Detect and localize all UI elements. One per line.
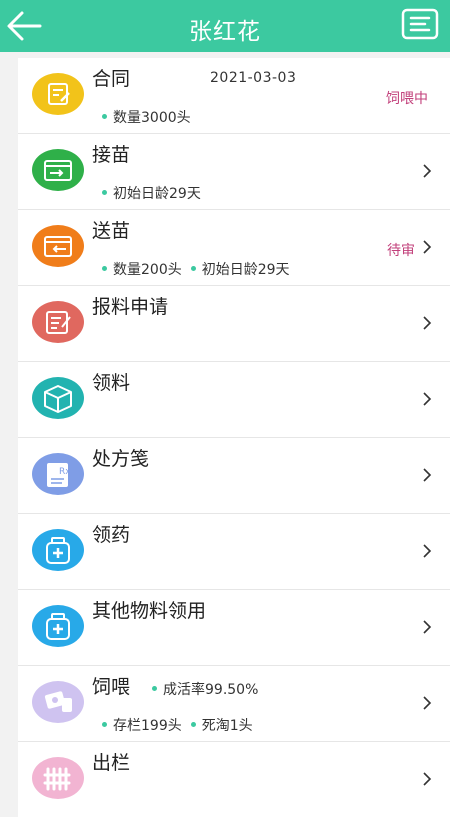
detail-text: 初始日龄29天	[113, 186, 201, 202]
detail-text: 成活率99.50%	[163, 682, 259, 698]
menu-row[interactable]: Rx 处方笺	[18, 438, 450, 514]
bullet-dot	[152, 685, 157, 691]
app-header: 张红花	[0, 0, 450, 52]
detail-text: 初始日龄29天	[201, 262, 290, 278]
menu-row[interactable]: 报料申请	[18, 286, 450, 362]
send-box-icon	[32, 225, 84, 267]
material-box-icon	[32, 377, 84, 419]
menu-row[interactable]: 接苗初始日龄29天	[18, 134, 450, 210]
bullet-dot	[102, 113, 107, 119]
medicine-bottle-icon	[32, 529, 84, 571]
chevron-right-icon	[422, 391, 432, 407]
row-details: 存栏199头 死淘1头	[102, 715, 253, 735]
chevron-right-icon	[422, 239, 432, 255]
row-title: 送苗	[92, 220, 131, 242]
row-details: 数量3000头	[102, 107, 191, 127]
detail-text: 数量3000头	[113, 110, 191, 126]
row-title: 合同	[92, 68, 131, 90]
menu-row[interactable]: 出栏	[18, 742, 450, 817]
function-list: 合同 2021-03-03 数量3000头 饲喂中 接苗 初始日龄29天 送苗 数量200头初…	[18, 58, 450, 817]
row-title: 领药	[92, 524, 131, 546]
contract-date: 2021-03-03	[210, 70, 297, 86]
chevron-right-icon	[422, 315, 432, 331]
menu-row[interactable]: 合同 2021-03-03 数量3000头 饲喂中	[18, 58, 450, 134]
menu-row[interactable]: 其他物料领用	[18, 590, 450, 666]
row-details: 初始日龄29天	[102, 183, 201, 203]
chevron-right-icon	[422, 771, 432, 787]
bullet-dot	[190, 721, 196, 727]
chevron-right-icon	[422, 467, 432, 483]
prescription-icon: Rx	[32, 453, 84, 495]
feed-request-icon	[32, 301, 84, 343]
row-title: 出栏	[92, 752, 131, 774]
detail-text: 死淘1头	[201, 718, 253, 734]
menu-row[interactable]: 领药	[18, 514, 450, 590]
bullet-dot	[102, 265, 107, 271]
row-details: 数量200头 初始日龄29天	[102, 259, 290, 279]
fence-icon	[32, 757, 84, 799]
row-title: 报料申请	[92, 296, 169, 318]
status-badge: 饲喂中	[386, 91, 428, 107]
bullet-dot	[102, 189, 107, 195]
detail-text: 存栏199头	[113, 718, 182, 734]
row-title: 接苗	[92, 144, 131, 166]
contract-icon	[32, 73, 84, 115]
row-title: 其他物料领用	[92, 600, 207, 622]
receive-box-icon	[32, 149, 84, 191]
bullet-dot	[102, 721, 107, 727]
menu-icon	[401, 8, 439, 40]
feeding-icon	[32, 681, 84, 723]
row-title: 领料	[92, 372, 131, 394]
menu-row[interactable]: 饲喂 成活率99.50% 存栏199头 死淘1头	[18, 666, 450, 742]
chevron-right-icon	[422, 619, 432, 635]
chevron-right-icon	[422, 543, 432, 559]
menu-row[interactable]: 送苗数量200头 初始日龄29天 待审	[18, 210, 450, 286]
status-badge: 待审	[387, 243, 415, 259]
row-details: 成活率99.50%	[152, 679, 258, 699]
svg-text:Rx: Rx	[59, 467, 71, 477]
detail-text: 数量200头	[113, 262, 182, 278]
medicine-kit-icon	[32, 605, 84, 647]
row-title: 饲喂	[92, 676, 131, 698]
menu-row[interactable]: 领料	[18, 362, 450, 438]
menu-button[interactable]	[401, 8, 439, 40]
chevron-right-icon	[422, 695, 432, 711]
bullet-dot	[190, 265, 196, 271]
page-title: 张红花	[189, 19, 261, 45]
row-title: 处方笺	[92, 448, 150, 470]
chevron-right-icon	[422, 163, 432, 179]
